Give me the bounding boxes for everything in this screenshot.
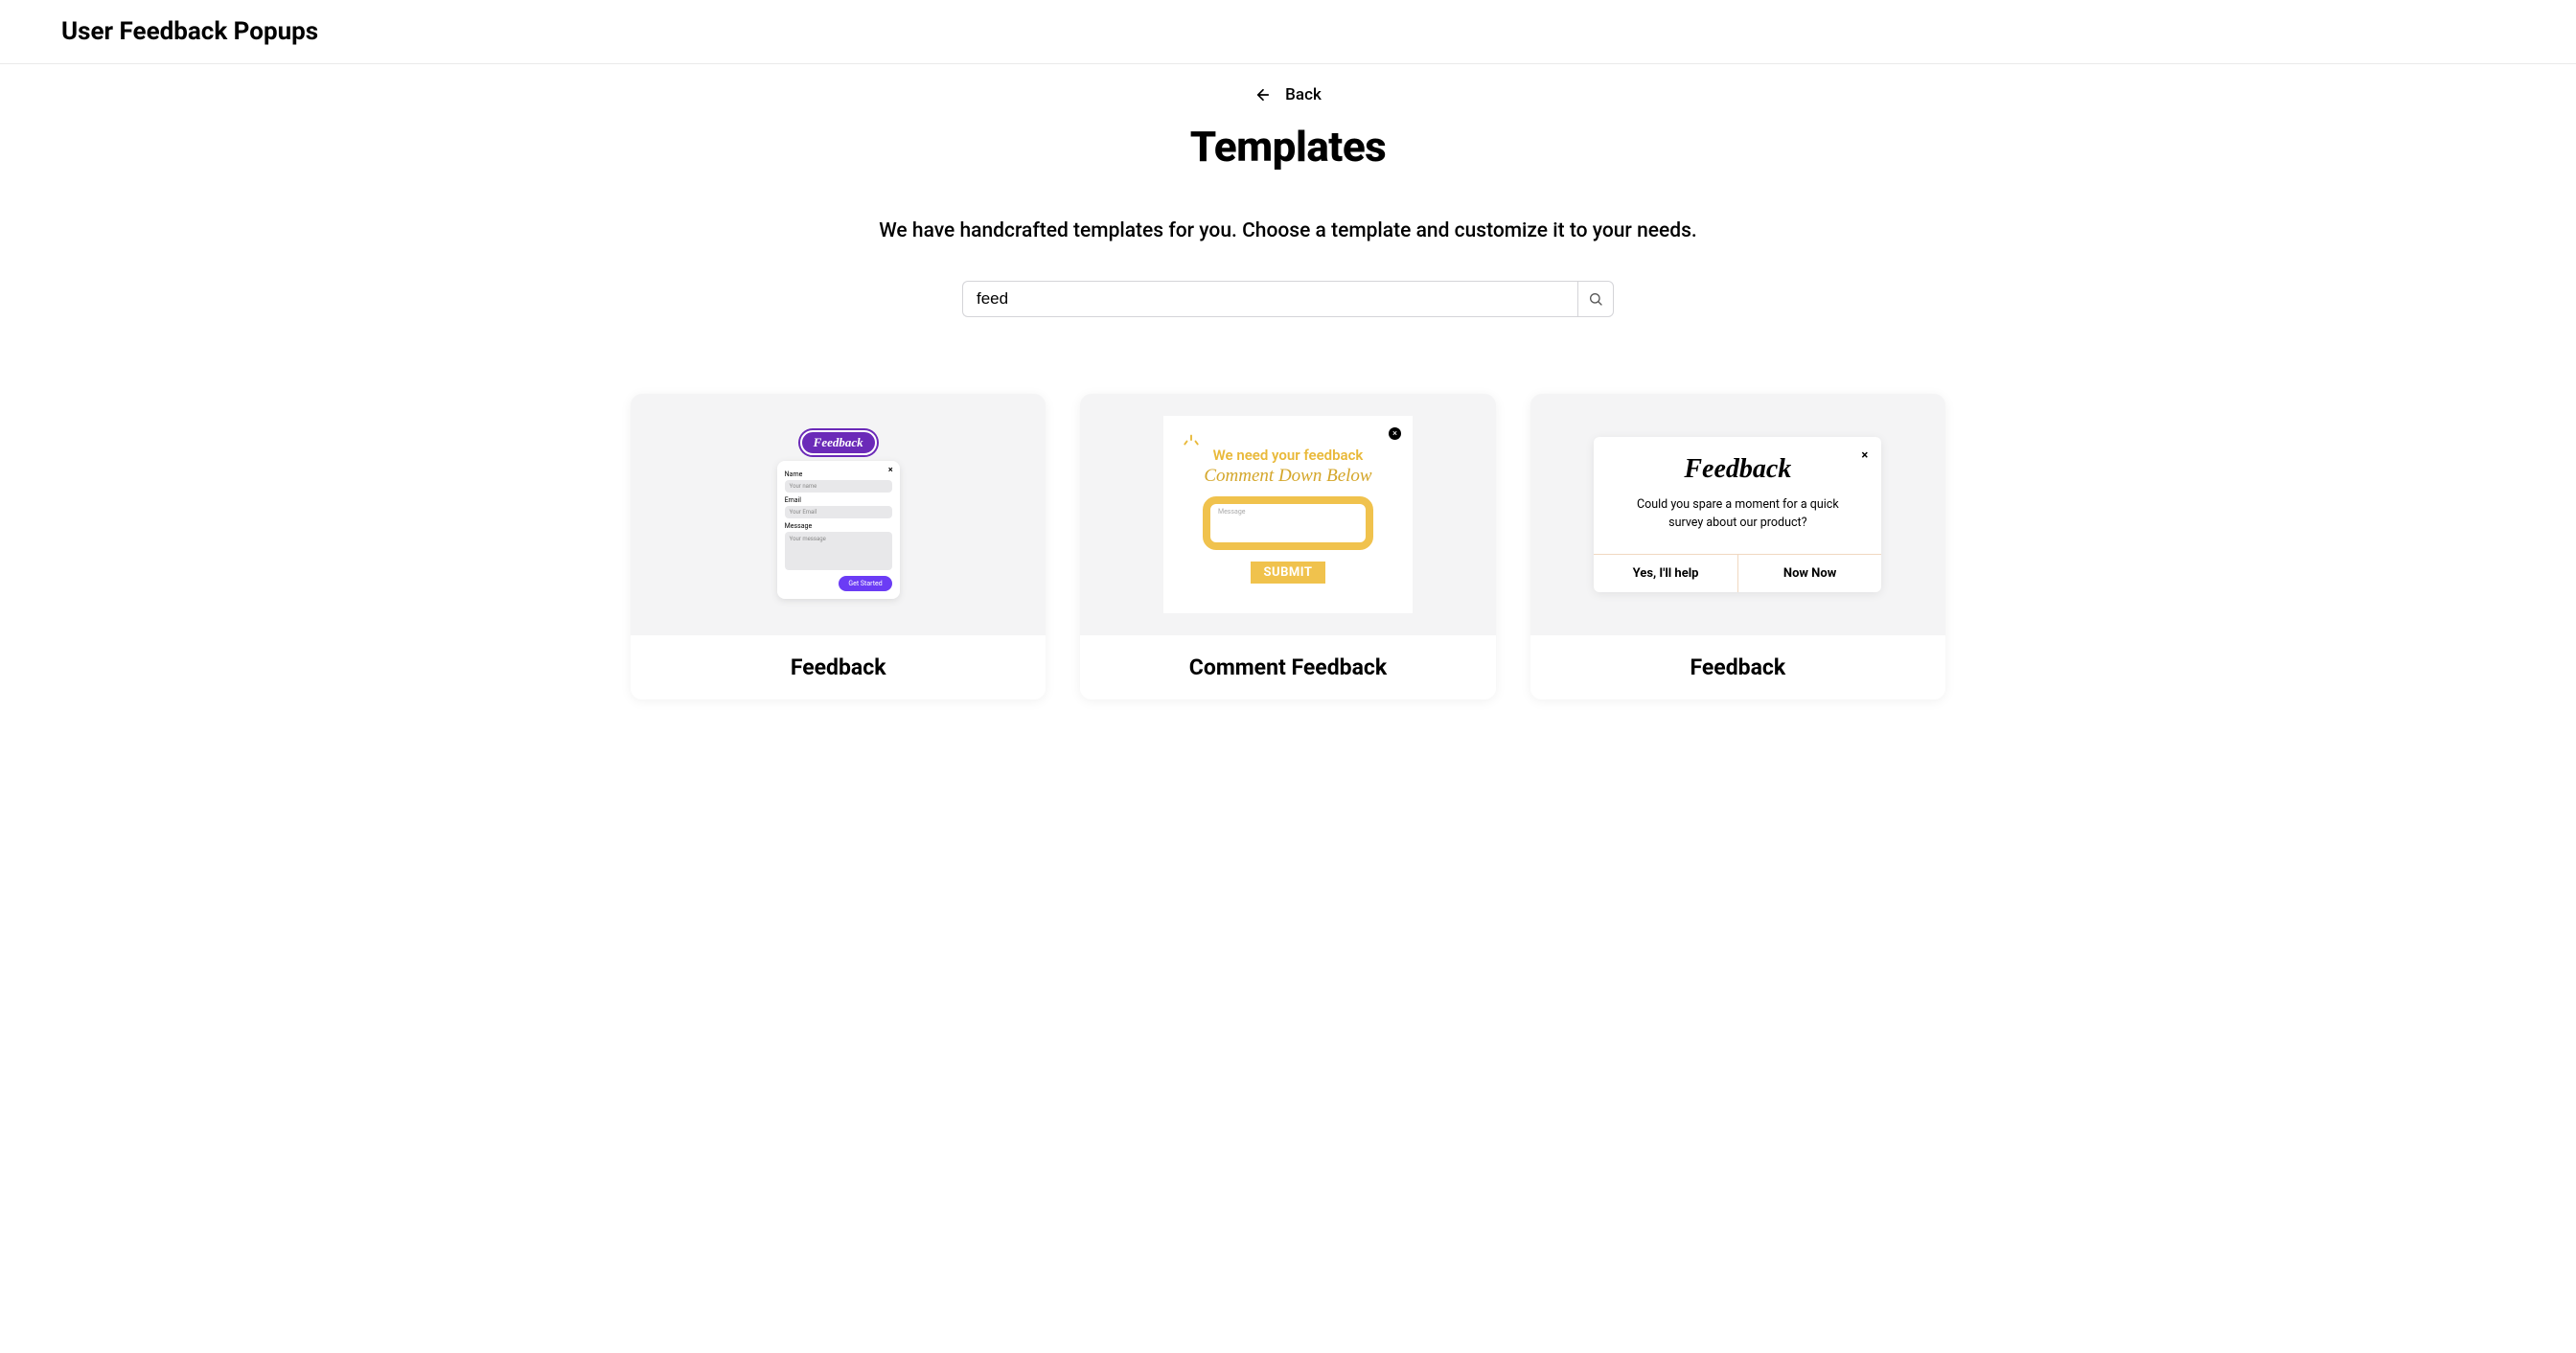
- preview-comment-feedback: × We need your feedback Comment Down Bel…: [1163, 416, 1413, 613]
- preview-yes-button: Yes, I'll help: [1594, 555, 1738, 592]
- preview-title-1: We need your feedback: [1213, 447, 1364, 464]
- back-label: Back: [1285, 85, 1322, 104]
- search-row: [631, 281, 1945, 317]
- preview-input-email: Your Email: [785, 506, 892, 518]
- preview-submit-button: SUBMIT: [1251, 562, 1326, 584]
- search-box: [962, 281, 1614, 317]
- preview-no-button: Now Now: [1738, 555, 1882, 592]
- template-preview: Feedback × Name Your name Email Your Ema…: [631, 394, 1046, 635]
- sparkle-icon: [1183, 431, 1200, 448]
- page-title: User Feedback Popups: [61, 17, 2515, 46]
- preview-survey-popup: × Feedback Could you spare a moment for …: [1594, 437, 1881, 592]
- close-icon: ×: [1861, 448, 1868, 463]
- search-button[interactable]: [1577, 281, 1614, 317]
- template-preview: × We need your feedback Comment Down Bel…: [1080, 394, 1495, 635]
- main-heading: Templates: [631, 122, 1945, 172]
- preview-body-text: Could you spare a moment for a quick sur…: [1594, 491, 1881, 554]
- page-content: Back Templates We have handcrafted templ…: [569, 64, 2007, 757]
- preview-badge-text: Feedback: [814, 435, 863, 450]
- close-icon: ×: [1389, 427, 1401, 440]
- preview-heading: Feedback: [1594, 437, 1881, 491]
- sub-heading: We have handcrafted templates for you. C…: [631, 219, 1945, 242]
- search-icon: [1588, 291, 1603, 307]
- preview-form-panel: × Name Your name Email Your Email Messag…: [777, 461, 900, 599]
- search-input[interactable]: [962, 281, 1577, 317]
- template-preview: × Feedback Could you spare a moment for …: [1530, 394, 1945, 635]
- template-card-label: Feedback: [631, 635, 1046, 699]
- preview-label-message: Message: [785, 522, 892, 530]
- close-icon: ×: [888, 466, 893, 475]
- template-card[interactable]: × We need your feedback Comment Down Bel…: [1080, 394, 1495, 699]
- page-header: User Feedback Popups: [0, 0, 2576, 64]
- template-cards-row: Feedback × Name Your name Email Your Ema…: [631, 394, 1945, 699]
- preview-get-started-button: Get Started: [839, 576, 891, 591]
- template-card[interactable]: Feedback × Name Your name Email Your Ema…: [631, 394, 1046, 699]
- arrow-left-icon: [1254, 86, 1272, 103]
- preview-message-box: Message: [1203, 496, 1373, 550]
- template-card-label: Comment Feedback: [1080, 635, 1495, 699]
- back-button[interactable]: Back: [631, 81, 1945, 104]
- preview-textarea-message: Your message: [785, 532, 892, 570]
- preview-feedback-form: Feedback × Name Your name Email Your Ema…: [777, 430, 900, 599]
- preview-label-email: Email: [785, 496, 892, 504]
- template-card[interactable]: × Feedback Could you spare a moment for …: [1530, 394, 1945, 699]
- preview-label-name: Name: [785, 470, 892, 478]
- preview-badge: Feedback: [800, 430, 877, 455]
- preview-button-row: Yes, I'll help Now Now: [1594, 554, 1881, 592]
- preview-title-2: Comment Down Below: [1204, 466, 1371, 487]
- preview-input-name: Your name: [785, 480, 892, 493]
- template-card-label: Feedback: [1530, 635, 1945, 699]
